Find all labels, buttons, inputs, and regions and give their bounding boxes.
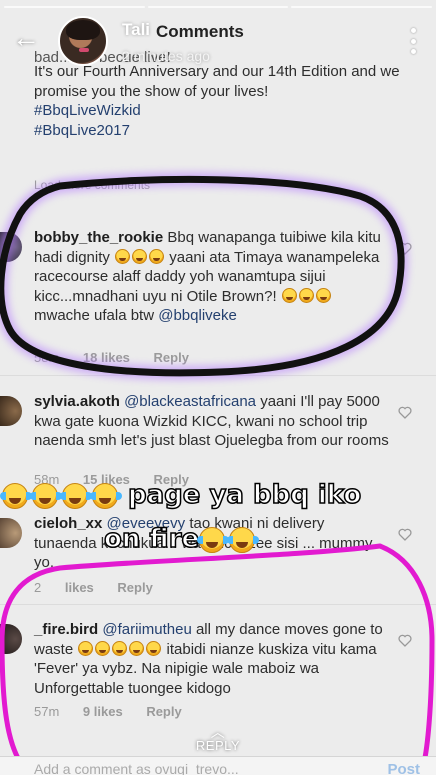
comment-mention[interactable]: @bbqliveke [158, 307, 237, 324]
comment-mention[interactable]: @fariimutheu [102, 621, 191, 638]
comment-username[interactable]: sylvia.akoth [34, 393, 120, 410]
sticker-text: page ya bbq iko [127, 479, 362, 511]
comment-input[interactable]: Add a comment as ovugi_trevo... [34, 761, 239, 775]
chevron-up-icon: ︿ [210, 724, 226, 740]
commenter-avatar[interactable] [0, 624, 22, 654]
tears-of-joy-emoji-icon [112, 640, 128, 656]
tears-of-joy-emoji-icon [132, 248, 148, 264]
comment-meta: 57m 9 likes Reply [34, 704, 202, 719]
tears-of-joy-emoji-icon [227, 527, 260, 553]
tears-of-joy-emoji-icon [197, 527, 230, 553]
load-more-comments-link[interactable]: Load more comments [34, 178, 150, 192]
post-button[interactable]: Post [387, 761, 420, 775]
comment-likes[interactable]: 18 likes [83, 350, 130, 365]
reply-label: REPLY [195, 738, 241, 753]
story-text-sticker: page ya bbq iko on fire [0, 478, 436, 564]
commenter-avatar[interactable] [0, 232, 22, 262]
swipe-up-reply[interactable]: ︿ REPLY [0, 724, 436, 753]
tears-of-joy-emoji-icon [95, 640, 111, 656]
heart-outline-icon[interactable] [398, 406, 412, 419]
comment-reply-button[interactable]: Reply [146, 704, 181, 719]
comment-body: sylvia.akoth @blackeastafricana yaani I'… [34, 392, 390, 451]
comment-time: 57m [34, 704, 60, 719]
comment-likes[interactable]: likes [65, 580, 94, 595]
tears-of-joy-emoji-icon [315, 287, 331, 303]
tears-of-joy-emoji-icon [115, 248, 131, 264]
story-username[interactable]: Tali [122, 20, 150, 40]
avatar[interactable] [58, 16, 108, 66]
arrow-left-icon[interactable]: ← [12, 24, 44, 56]
instagram-story-screenshot: bad... Barbecue live! It's our Fourth An… [0, 0, 436, 775]
heart-outline-icon[interactable] [398, 242, 412, 255]
comment-composer: Add a comment as ovugi_trevo... Post [0, 756, 436, 775]
heart-outline-icon[interactable] [398, 634, 412, 647]
tears-of-joy-emoji-icon [60, 483, 92, 509]
comment-text: mwache ufala btw [34, 307, 155, 324]
tears-of-joy-emoji-icon [78, 640, 94, 656]
comment-mention[interactable]: @blackeastafricana [124, 393, 256, 410]
comment-reply-button[interactable]: Reply [117, 580, 152, 595]
tears-of-joy-emoji-icon [146, 640, 162, 656]
commenter-avatar[interactable] [0, 396, 22, 426]
story-header: ← Comments Tali 2 minutes ago [0, 10, 436, 70]
comment-divider [0, 375, 436, 376]
comment-reply-button[interactable]: Reply [154, 350, 189, 365]
sticker-line: page ya bbq iko [0, 478, 362, 512]
story-progress-bar [4, 6, 433, 8]
more-vertical-icon[interactable] [410, 28, 416, 54]
tears-of-joy-emoji-icon [298, 287, 314, 303]
comment-username[interactable]: bobby_the_rookie [34, 229, 163, 246]
comment-divider [0, 604, 436, 605]
comment-meta: 58m 18 likes Reply [34, 350, 209, 365]
comment-time: 58m [34, 350, 60, 365]
tears-of-joy-emoji-icon [129, 640, 145, 656]
page-title: Comments [156, 22, 244, 41]
caption-hashtag[interactable]: #BbqLiveWizkid [34, 101, 424, 121]
sticker-line: on fire [103, 522, 260, 556]
comment-username[interactable]: _fire.bird [34, 621, 98, 638]
tears-of-joy-emoji-icon [149, 248, 165, 264]
tears-of-joy-emoji-icon [0, 483, 32, 509]
tears-of-joy-emoji-icon [90, 483, 122, 509]
sticker-text: on fire [103, 523, 200, 555]
comment-meta: 2 likes Reply [34, 580, 173, 595]
comment-likes[interactable]: 9 likes [83, 704, 123, 719]
story-timestamp: 2 minutes ago [122, 48, 210, 64]
comment-time: 2 [34, 580, 42, 595]
tears-of-joy-emoji-icon [30, 483, 62, 509]
caption-hashtag[interactable]: #BbqLive2017 [34, 121, 424, 141]
tears-of-joy-emoji-icon [281, 287, 297, 303]
comment-body: _fire.bird @fariimutheu all my dance mov… [34, 620, 390, 698]
comment-body: bobby_the_rookie Bbq wanapanga tuibiwe k… [34, 228, 390, 326]
